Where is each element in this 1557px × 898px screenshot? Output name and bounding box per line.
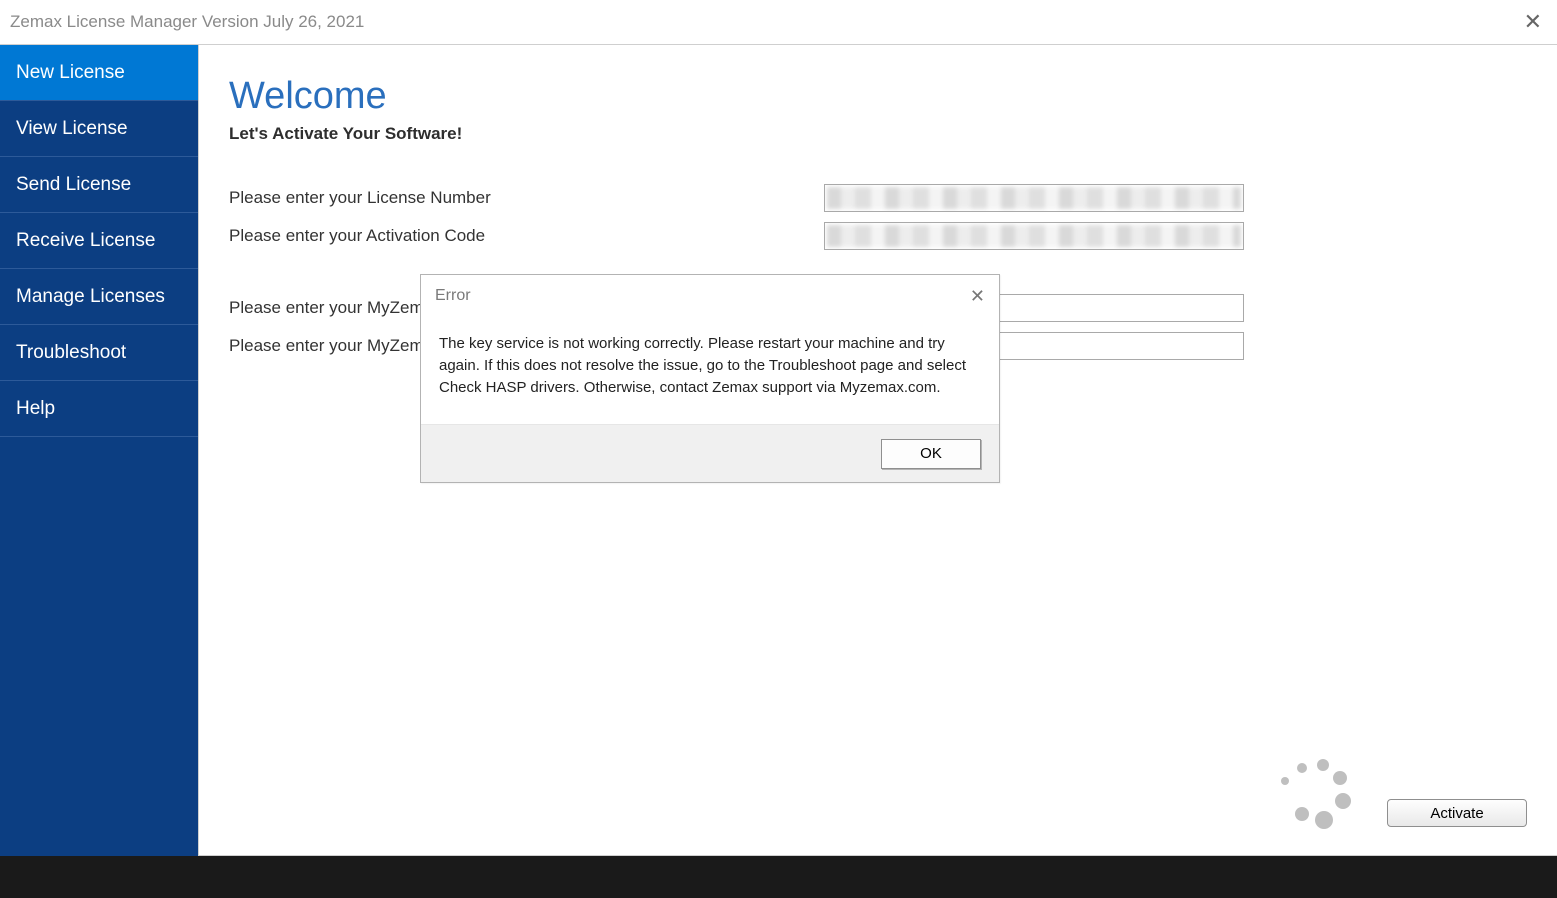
sidebar: New License View License Send License Re… (0, 45, 198, 856)
sidebar-item-label: Manage Licenses (16, 286, 165, 308)
sidebar-item-receive-license[interactable]: Receive License (0, 213, 198, 269)
row-activation-code: Please enter your Activation Code (229, 222, 1527, 250)
page-subtitle: Let's Activate Your Software! (229, 124, 1527, 144)
dialog-titlebar: Error ✕ (421, 275, 999, 317)
dialog-title: Error (435, 287, 471, 305)
bottom-bar (0, 856, 1557, 898)
sidebar-item-view-license[interactable]: View License (0, 101, 198, 157)
sidebar-item-send-license[interactable]: Send License (0, 157, 198, 213)
sidebar-item-troubleshoot[interactable]: Troubleshoot (0, 325, 198, 381)
dialog-message: The key service is not working correctly… (421, 317, 999, 424)
error-dialog: Error ✕ The key service is not working c… (420, 274, 1000, 483)
license-number-input[interactable] (824, 184, 1244, 212)
dialog-footer: OK (421, 424, 999, 482)
sidebar-item-label: Help (16, 398, 55, 420)
sidebar-item-manage-licenses[interactable]: Manage Licenses (0, 269, 198, 325)
sidebar-item-label: Receive License (16, 230, 155, 252)
loading-spinner-icon (1277, 755, 1357, 835)
activate-button[interactable]: Activate (1387, 799, 1527, 827)
title-bar: Zemax License Manager Version July 26, 2… (0, 0, 1557, 44)
row-license-number: Please enter your License Number (229, 184, 1527, 212)
sidebar-item-label: View License (16, 118, 128, 140)
sidebar-item-label: New License (16, 62, 125, 84)
page-title: Welcome (229, 75, 1527, 118)
sidebar-item-label: Troubleshoot (16, 342, 126, 364)
label-activation-code: Please enter your Activation Code (229, 226, 824, 246)
activation-code-input[interactable] (824, 222, 1244, 250)
sidebar-item-help[interactable]: Help (0, 381, 198, 437)
label-license-number: Please enter your License Number (229, 188, 824, 208)
ok-button[interactable]: OK (881, 439, 981, 469)
window-title: Zemax License Manager Version July 26, 2… (10, 12, 364, 32)
sidebar-item-label: Send License (16, 174, 131, 196)
close-icon[interactable]: ✕ (1524, 11, 1542, 33)
close-icon[interactable]: ✕ (970, 286, 985, 307)
sidebar-item-new-license[interactable]: New License (0, 45, 198, 101)
